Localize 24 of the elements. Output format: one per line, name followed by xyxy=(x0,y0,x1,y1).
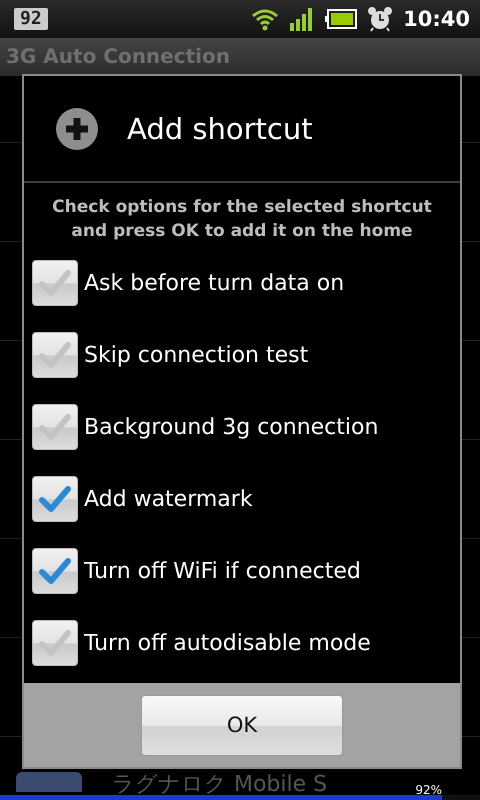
option-label[interactable]: Turn off autodisable mode xyxy=(84,630,371,656)
checkbox[interactable] xyxy=(32,332,78,378)
notification-icon: 92 xyxy=(14,8,48,30)
dialog-message: Check options for the selected shortcut and press OK to add it on the home xyxy=(51,196,433,243)
wifi-icon xyxy=(251,7,280,31)
alarm-icon xyxy=(367,6,394,32)
battery-icon xyxy=(325,9,358,29)
option-label[interactable]: Skip connection test xyxy=(84,342,308,368)
checkbox[interactable] xyxy=(32,404,78,450)
app-title: 3G Auto Connection xyxy=(6,44,230,68)
option-label[interactable]: Background 3g connection xyxy=(84,414,378,440)
app-icon[interactable] xyxy=(16,772,82,792)
dialog-title: Add shortcut xyxy=(127,112,313,146)
option-label[interactable]: Add watermark xyxy=(84,486,253,512)
add-icon xyxy=(55,106,99,150)
ok-button[interactable]: OK xyxy=(141,694,343,756)
progress-reading: 92% xyxy=(415,784,442,796)
checkbox[interactable] xyxy=(32,260,78,306)
option-label[interactable]: Ask before turn data on xyxy=(84,270,344,296)
checkbox[interactable] xyxy=(32,620,78,666)
checkbox[interactable] xyxy=(32,548,78,594)
clock-time: 10:40 xyxy=(403,7,470,31)
option-label[interactable]: Turn off WiFi if connected xyxy=(84,558,361,584)
checkbox[interactable] xyxy=(32,476,78,522)
